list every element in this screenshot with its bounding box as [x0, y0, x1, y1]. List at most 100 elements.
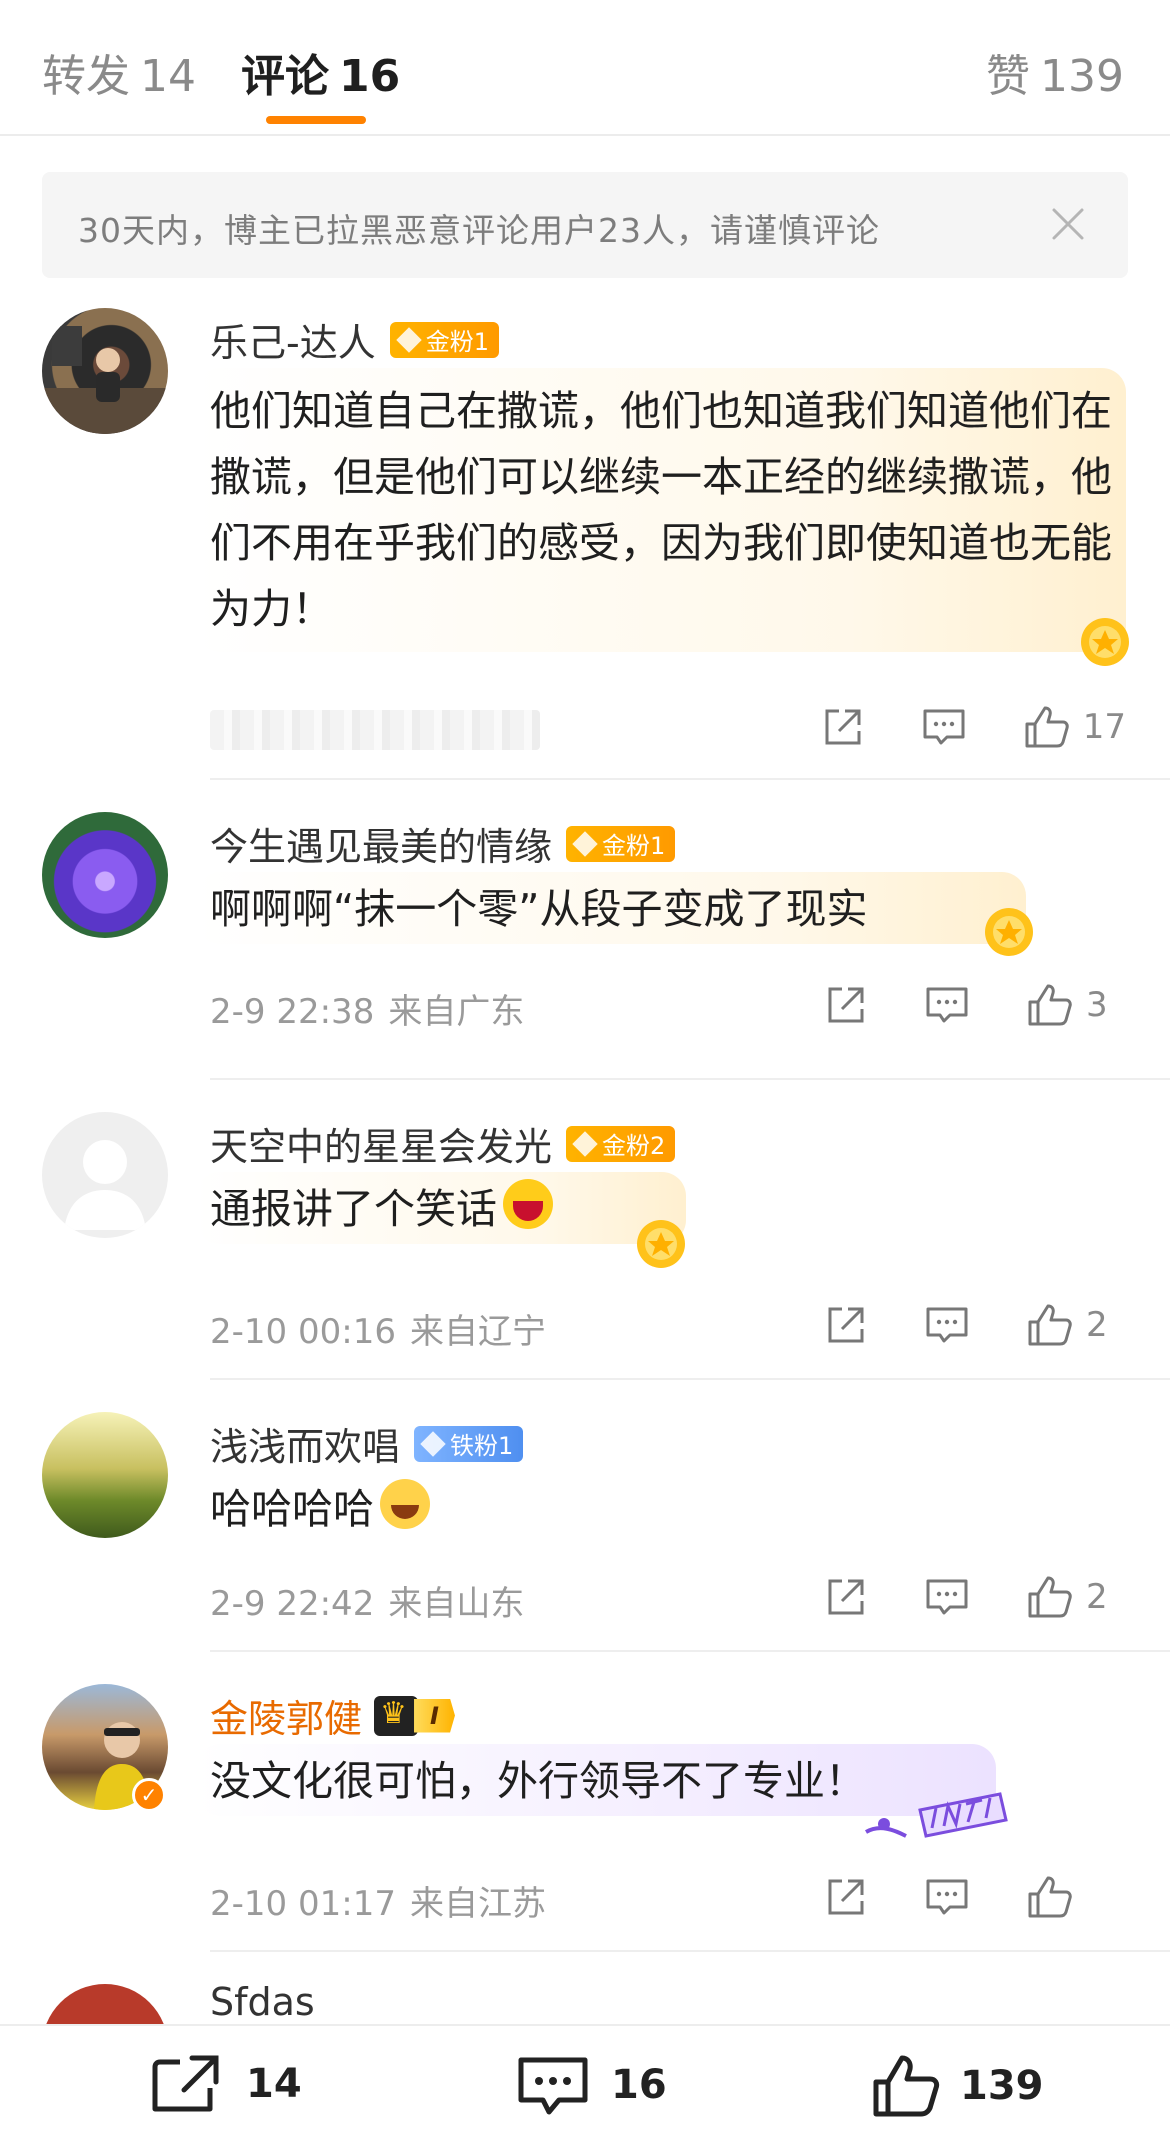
- comment-time: 2-9 22:38: [210, 992, 375, 1032]
- comment-icon: [926, 987, 968, 1023]
- comment-tabs: 转发 14 评论 16 赞 139: [0, 0, 1170, 136]
- comment-icon: [926, 1579, 968, 1615]
- tab-reposts[interactable]: 转发 14: [42, 40, 196, 104]
- username[interactable]: 金陵郭健: [210, 1688, 362, 1743]
- fan-badge[interactable]: 金粉1: [566, 825, 676, 862]
- fan-badge-label: 金粉2: [602, 1132, 666, 1160]
- comment-count: 16: [611, 2062, 667, 2108]
- comment-header: 乐己-达人 金粉1: [210, 312, 499, 367]
- avatar[interactable]: [42, 308, 168, 434]
- active-tab-indicator: [266, 116, 366, 124]
- username[interactable]: 乐己-达人: [210, 312, 376, 367]
- avatar[interactable]: [42, 1412, 168, 1538]
- grin-emoji-icon: [503, 1179, 553, 1229]
- diamond-icon: [420, 1430, 446, 1457]
- diamond-icon: [572, 830, 598, 857]
- username[interactable]: 天空中的星星会发光: [210, 1116, 552, 1171]
- tab-comments[interactable]: 评论 16: [241, 40, 400, 104]
- username[interactable]: 今生遇见最美的情缘: [210, 816, 552, 871]
- fan-badge-label: 金粉1: [602, 832, 666, 860]
- like-button[interactable]: [1026, 1874, 1126, 1920]
- comment-button[interactable]: 16: [515, 2054, 667, 2116]
- comment-item: ✓ 金陵郭健 I 没文化很可怕，外行领导不了专业！ 2-10 01:17来自江苏: [0, 1652, 1170, 1952]
- reply-button[interactable]: [921, 705, 967, 749]
- comment-item: 乐己-达人 金粉1 他们知道自己在撒谎，他们也知道我们知道他们在撒谎，但是他们可…: [0, 300, 1170, 780]
- default-avatar-icon: [64, 1140, 146, 1230]
- comment-location: 来自山东: [388, 1584, 525, 1624]
- like-count: 17: [1082, 707, 1126, 747]
- tab-likes[interactable]: 赞 139: [986, 40, 1124, 104]
- repost-icon: [152, 2055, 219, 2112]
- comment-meta: 2-9 22:38 来自广东: [210, 984, 524, 1033]
- share-icon: [828, 1879, 864, 1915]
- thumbs-up-icon: [873, 2055, 940, 2117]
- moderation-notice: 30天内，博主已拉黑恶意评论用户23人，请谨慎评论: [42, 172, 1128, 278]
- share-button[interactable]: [824, 1303, 868, 1347]
- thumbs-up-icon: [1028, 1576, 1072, 1618]
- share-icon: [828, 987, 864, 1023]
- avatar[interactable]: [42, 1984, 168, 2024]
- share-button[interactable]: [824, 1575, 868, 1619]
- comment-location: 来自广东: [388, 992, 525, 1032]
- avatar[interactable]: [42, 812, 168, 938]
- comment-text-content: 通报讲了个笑话: [210, 1185, 497, 1233]
- comment-actions: 3: [768, 982, 1126, 1028]
- avatar[interactable]: [42, 1112, 168, 1238]
- comment-header: 天空中的星星会发光 金粉2: [210, 1116, 676, 1171]
- repost-button[interactable]: 14: [150, 2054, 302, 2114]
- comment-header: Sfdas: [210, 1980, 315, 2024]
- close-icon[interactable]: [1042, 198, 1094, 250]
- comment-meta: 2-10 01:17 来自江苏: [210, 1876, 546, 1925]
- username[interactable]: 浅浅而欢唱: [210, 1416, 400, 1471]
- comment-header: 浅浅而欢唱 铁粉1: [210, 1416, 524, 1471]
- tab-likes-label: 赞: [986, 51, 1031, 102]
- like-button[interactable]: 139: [870, 2054, 1044, 2118]
- fan-badge-label: 铁粉1: [450, 1432, 514, 1460]
- comment-icon: [518, 2057, 588, 2115]
- gold-fan-crown-icon: [637, 1220, 685, 1268]
- tab-reposts-label: 转发: [42, 51, 130, 102]
- share-icon: [828, 1307, 864, 1343]
- username[interactable]: Sfdas: [210, 1980, 315, 2024]
- like-count: 3: [1086, 985, 1108, 1025]
- gold-fan-crown-icon: [1081, 618, 1129, 666]
- comment-time: 2-9 22:42: [210, 1584, 375, 1624]
- comment-header: 金陵郭健 I: [210, 1688, 455, 1743]
- comment-item: 浅浅而欢唱 铁粉1 哈哈哈哈 2-9 22:42 来自山东 2: [0, 1380, 1170, 1652]
- like-button[interactable]: 3: [1026, 982, 1126, 1028]
- comment-location: 来自江苏: [409, 1884, 546, 1924]
- comment-actions: 2: [768, 1574, 1126, 1620]
- comment-actions: [768, 1874, 1126, 1920]
- like-button[interactable]: 17: [1023, 704, 1126, 750]
- comment-actions: 17: [765, 704, 1126, 750]
- tab-reposts-count: 14: [140, 51, 196, 102]
- comment-time: 2-10 01:17: [210, 1884, 396, 1924]
- notice-text: 30天内，博主已拉黑恶意评论用户23人，请谨慎评论: [78, 211, 880, 250]
- share-button[interactable]: [824, 1875, 868, 1919]
- fan-badge[interactable]: 金粉1: [389, 321, 499, 358]
- like-button[interactable]: 2: [1026, 1302, 1126, 1348]
- share-button[interactable]: [821, 705, 865, 749]
- verified-icon: ✓: [132, 1778, 166, 1812]
- bottom-action-bar: 14 16 139: [0, 2024, 1170, 2131]
- comment-meta-obscured: [210, 710, 540, 750]
- comment-icon: [926, 1307, 968, 1343]
- like-count: 2: [1086, 1305, 1108, 1345]
- comment-actions: 2: [768, 1302, 1126, 1348]
- vip-member-badge[interactable]: I: [374, 1695, 455, 1736]
- laughing-emoji-icon: [380, 1479, 430, 1529]
- reply-button[interactable]: [924, 1875, 970, 1919]
- thumbs-up-icon: [1028, 1304, 1072, 1346]
- like-button[interactable]: 2: [1026, 1574, 1126, 1620]
- comment-meta: 2-10 00:16 来自辽宁: [210, 1304, 546, 1353]
- reply-button[interactable]: [924, 983, 970, 1027]
- like-count: 139: [960, 2063, 1044, 2109]
- share-button[interactable]: [824, 983, 868, 1027]
- gold-fan-crown-icon: [985, 908, 1033, 956]
- comment-text: 哈哈哈哈: [210, 1476, 1130, 1542]
- fan-badge[interactable]: 铁粉1: [414, 1425, 524, 1462]
- share-icon: [825, 709, 861, 745]
- reply-button[interactable]: [924, 1575, 970, 1619]
- reply-button[interactable]: [924, 1303, 970, 1347]
- fan-badge[interactable]: 金粉2: [566, 1125, 676, 1162]
